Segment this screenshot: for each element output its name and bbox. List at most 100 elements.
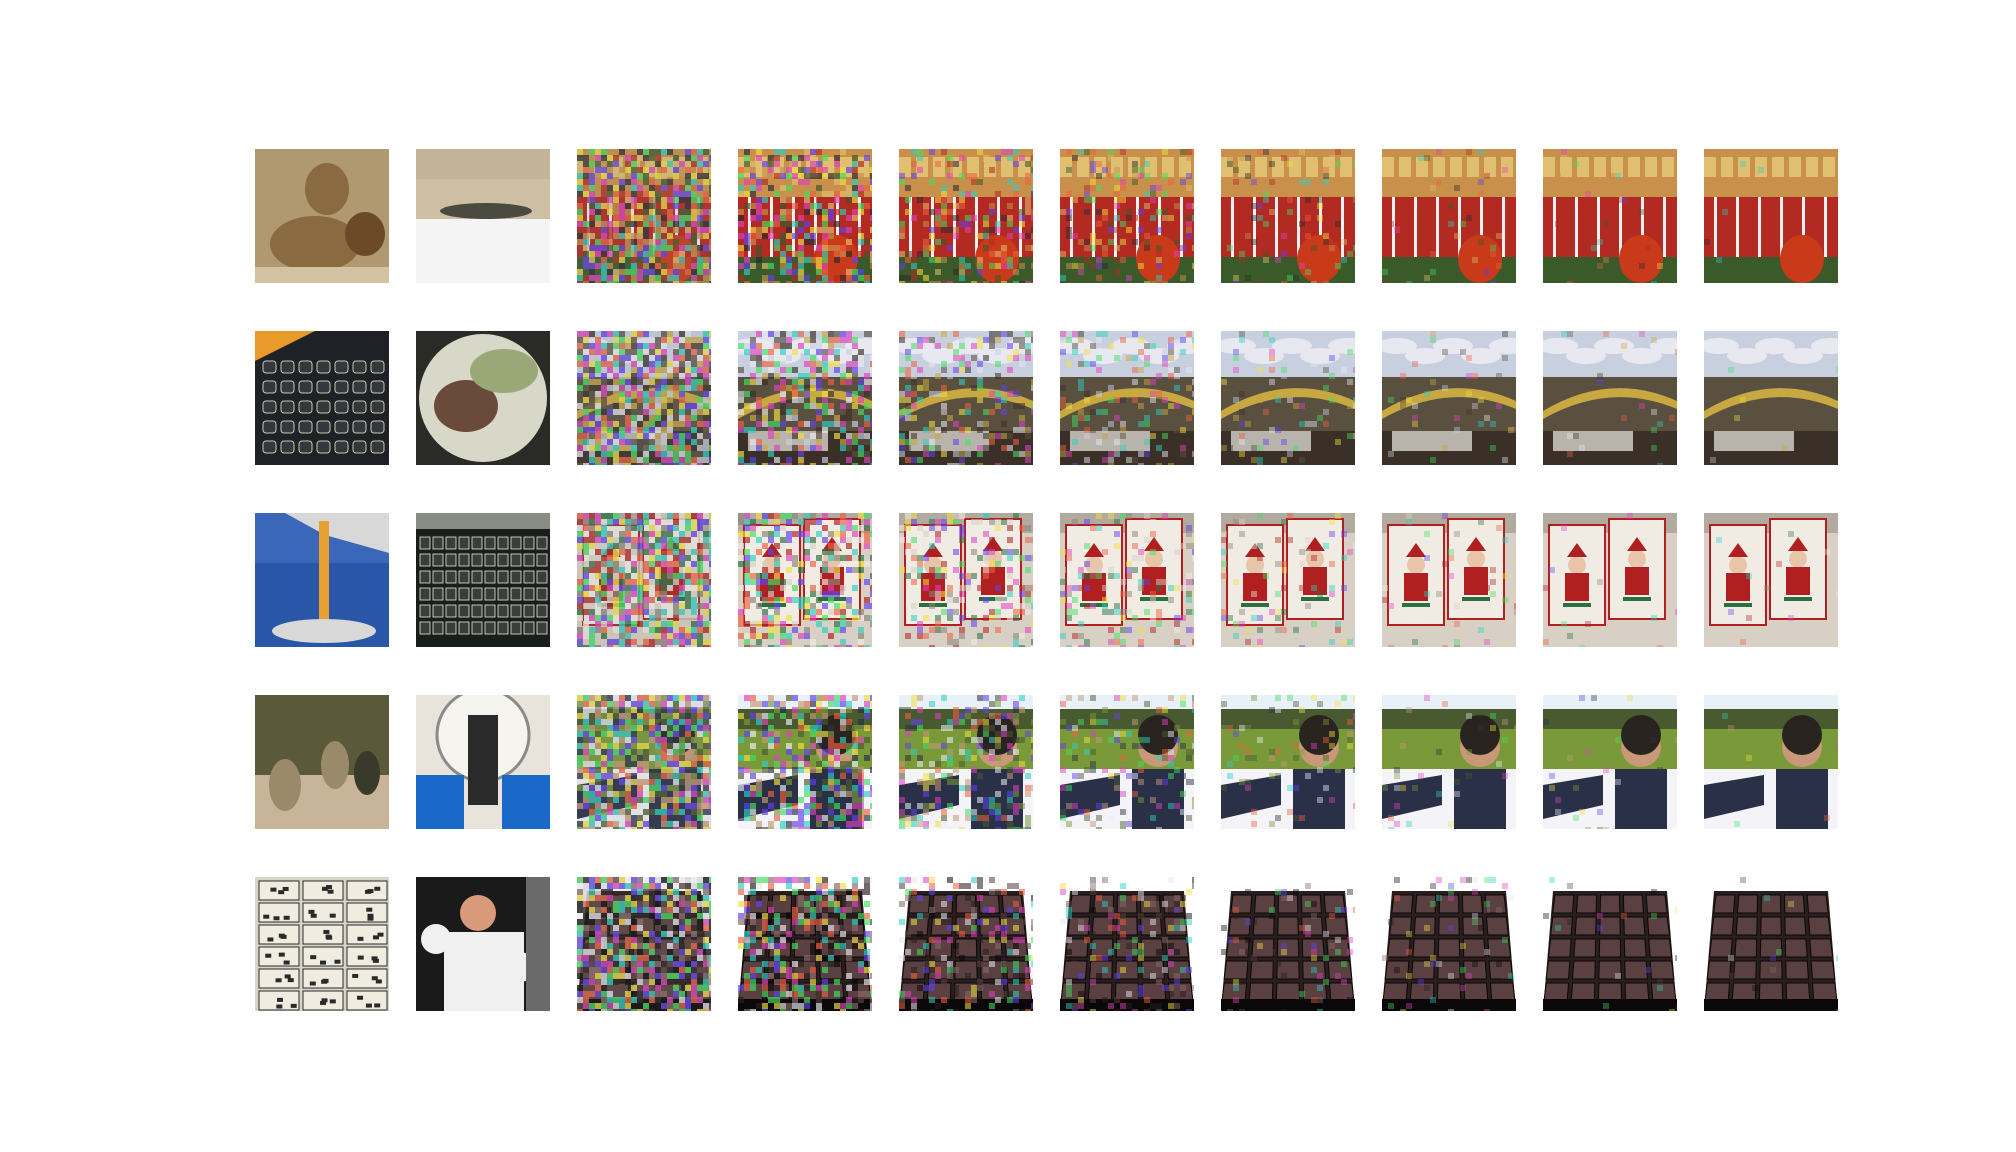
image-tile-r3-c4-noisy-santa [738,513,872,647]
image-tile-r4-c3-noisy-child [577,695,711,829]
image-noisy-bridge [1060,331,1194,465]
image-tile-r2-c4-noisy-bridge [738,331,872,465]
image-noisy-child [899,695,1033,829]
image-noisy-market [1382,149,1516,283]
image-food-plate [416,331,550,465]
image-tile-r3-c10-noisy-santa [1704,513,1838,647]
image-tile-r4-c7-noisy-child [1221,695,1355,829]
image-noisy-market [1060,149,1194,283]
image-tile-r4-c9-noisy-child [1543,695,1677,829]
image-tile-r5-c1-comic-page [255,877,389,1011]
image-tile-r2-c7-noisy-bridge [1221,331,1355,465]
image-tile-r5-c8-noisy-keys [1382,877,1516,1011]
image-tile-r5-c2-boxer [416,877,550,1011]
image-tile-r3-c9-noisy-santa [1543,513,1677,647]
image-tile-r4-c2-exercise-bike [416,695,550,829]
image-noisy-child [1382,695,1516,829]
image-noisy-child [1060,695,1194,829]
image-noisy-bridge [899,331,1033,465]
image-tile-r5-c6-noisy-keys [1060,877,1194,1011]
image-tile-r5-c10-noisy-keys [1704,877,1838,1011]
image-noisy-bridge [1382,331,1516,465]
image-noisy-market [1543,149,1677,283]
image-tile-r4-c10-noisy-child [1704,695,1838,829]
image-tile-r1-c3-noisy-market [577,149,711,283]
image-tile-r4-c1-baboons [255,695,389,829]
image-noisy-santa [738,513,872,647]
image-tile-r1-c2-alligator-on-sand [416,149,550,283]
image-noisy-market [899,149,1033,283]
image-noisy-bridge [738,331,872,465]
image-tile-r5-c3-noisy-keys [577,877,711,1011]
image-noisy-bridge [577,331,711,465]
image-tile-r4-c6-noisy-child [1060,695,1194,829]
image-noisy-keys [738,877,872,1011]
image-noisy-market [1221,149,1355,283]
image-noisy-keys [1221,877,1355,1011]
image-noisy-santa [577,513,711,647]
image-tile-r3-c6-noisy-santa [1060,513,1194,647]
image-noisy-bridge [1543,331,1677,465]
image-tile-r3-c2-keyboard-dark [416,513,550,647]
image-noisy-santa [899,513,1033,647]
image-keyboard-dark [416,513,550,647]
image-tile-r4-c8-noisy-child [1382,695,1516,829]
image-tile-r1-c8-noisy-market [1382,149,1516,283]
image-noisy-santa [1060,513,1194,647]
image-tile-r2-c5-noisy-bridge [899,331,1033,465]
image-tile-r2-c2-food-plate [416,331,550,465]
image-noisy-child [577,695,711,829]
image-noisy-bridge [1221,331,1355,465]
image-tile-r4-c4-noisy-child [738,695,872,829]
image-noisy-keys [1060,877,1194,1011]
image-tile-r2-c6-noisy-bridge [1060,331,1194,465]
image-noisy-keys [1704,877,1838,1011]
image-tile-r3-c1-plunger-sky [255,513,389,647]
image-noisy-child [1221,695,1355,829]
image-tile-r1-c1-lions [255,149,389,283]
image-tile-r3-c3-noisy-santa [577,513,711,647]
image-noisy-santa [1382,513,1516,647]
image-noisy-child [1543,695,1677,829]
image-noisy-keys [899,877,1033,1011]
image-tile-r3-c7-noisy-santa [1221,513,1355,647]
image-noisy-child [738,695,872,829]
image-noisy-market [1704,149,1838,283]
image-noisy-santa [1543,513,1677,647]
image-noisy-market [738,149,872,283]
image-tile-r5-c9-noisy-keys [1543,877,1677,1011]
image-grid-figure [0,0,2016,1152]
image-noisy-child [1704,695,1838,829]
image-tile-r2-c1-keyboard-orange [255,331,389,465]
image-tile-r4-c5-noisy-child [899,695,1033,829]
image-tile-r2-c9-noisy-bridge [1543,331,1677,465]
image-tile-r1-c7-noisy-market [1221,149,1355,283]
image-lions [255,149,389,283]
image-tile-r2-c10-noisy-bridge [1704,331,1838,465]
image-tile-r5-c4-noisy-keys [738,877,872,1011]
image-noisy-market [577,149,711,283]
image-baboons [255,695,389,829]
image-tile-r3-c8-noisy-santa [1382,513,1516,647]
image-alligator-on-sand [416,149,550,283]
image-tile-r2-c3-noisy-bridge [577,331,711,465]
image-tile-r3-c5-noisy-santa [899,513,1033,647]
image-tile-r1-c4-noisy-market [738,149,872,283]
image-tile-r5-c7-noisy-keys [1221,877,1355,1011]
image-noisy-santa [1704,513,1838,647]
image-tile-r5-c5-noisy-keys [899,877,1033,1011]
image-noisy-keys [1382,877,1516,1011]
image-keyboard-orange [255,331,389,465]
image-tile-r1-c9-noisy-market [1543,149,1677,283]
image-comic-page [255,877,389,1011]
image-tile-r1-c6-noisy-market [1060,149,1194,283]
image-noisy-santa [1221,513,1355,647]
image-noisy-keys [1543,877,1677,1011]
image-boxer [416,877,550,1011]
image-tile-r1-c10-noisy-market [1704,149,1838,283]
image-tile-r2-c8-noisy-bridge [1382,331,1516,465]
image-tile-r1-c5-noisy-market [899,149,1033,283]
image-plunger-sky [255,513,389,647]
image-noisy-keys [577,877,711,1011]
image-noisy-bridge [1704,331,1838,465]
